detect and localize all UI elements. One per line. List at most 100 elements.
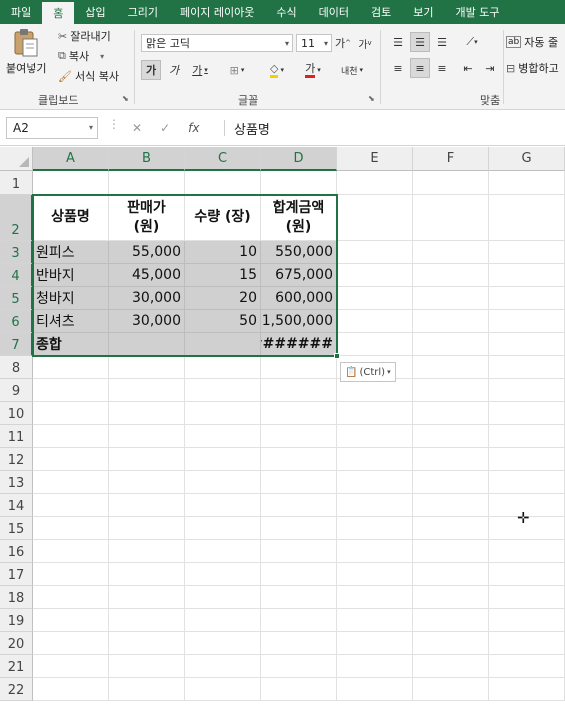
cell[interactable] <box>33 517 109 540</box>
cell[interactable] <box>33 171 109 195</box>
cell[interactable] <box>337 678 413 701</box>
cell[interactable] <box>109 356 185 379</box>
tab-file[interactable]: 파일 <box>0 0 42 24</box>
cell[interactable] <box>337 655 413 678</box>
cell[interactable] <box>489 356 565 379</box>
cell[interactable] <box>337 287 413 310</box>
formula-input[interactable]: 상품명 <box>234 119 270 138</box>
cell[interactable] <box>261 540 337 563</box>
cell[interactable] <box>33 494 109 517</box>
format-painter-button[interactable]: 🖌 서식 복사 <box>58 68 119 84</box>
cell[interactable] <box>413 310 489 333</box>
phonetic-button[interactable]: 내천 ▾ <box>336 60 368 80</box>
shrink-font-button[interactable]: 가v <box>356 34 374 52</box>
cell[interactable] <box>337 241 413 264</box>
cell[interactable] <box>489 609 565 632</box>
cell[interactable] <box>33 402 109 425</box>
table-cell[interactable]: 10 <box>185 241 261 264</box>
row-header-13[interactable]: 13 <box>0 471 33 494</box>
row-header-21[interactable]: 21 <box>0 655 33 678</box>
cell[interactable] <box>489 632 565 655</box>
cell[interactable] <box>109 632 185 655</box>
cell[interactable] <box>489 540 565 563</box>
cell[interactable] <box>489 171 565 195</box>
cell[interactable] <box>109 655 185 678</box>
cell[interactable] <box>185 379 261 402</box>
cell[interactable] <box>185 171 261 195</box>
table-cell[interactable]: 티셔츠 <box>33 310 109 333</box>
row-header-15[interactable]: 15 <box>0 517 33 540</box>
cell[interactable] <box>33 586 109 609</box>
column-header-b[interactable]: B <box>109 147 185 171</box>
cell[interactable] <box>489 402 565 425</box>
align-bottom-button[interactable]: ☰ <box>432 32 452 52</box>
table-cell[interactable]: 675,000 <box>261 264 337 287</box>
cell[interactable] <box>33 632 109 655</box>
cell[interactable] <box>109 517 185 540</box>
cell[interactable] <box>185 609 261 632</box>
cell[interactable] <box>33 471 109 494</box>
cell[interactable] <box>337 264 413 287</box>
cell[interactable] <box>489 379 565 402</box>
row-header-22[interactable]: 22 <box>0 678 33 701</box>
cell[interactable] <box>337 494 413 517</box>
tab-draw[interactable]: 그리기 <box>117 0 169 24</box>
font-size-select[interactable]: 11 ▾ <box>296 34 332 52</box>
cell[interactable] <box>261 448 337 471</box>
cell[interactable] <box>413 586 489 609</box>
cell[interactable] <box>261 471 337 494</box>
cell[interactable] <box>337 379 413 402</box>
cell[interactable] <box>489 563 565 586</box>
table-cell[interactable]: 원피스 <box>33 241 109 264</box>
cell[interactable] <box>109 471 185 494</box>
cell[interactable] <box>33 448 109 471</box>
cell[interactable] <box>337 195 413 241</box>
cell[interactable] <box>413 448 489 471</box>
wrap-text-button[interactable]: ab 자동 줄 <box>506 34 558 50</box>
row-header-14[interactable]: 14 <box>0 494 33 517</box>
clipboard-launcher-icon[interactable]: ⬊ <box>122 94 129 103</box>
cell[interactable] <box>337 333 413 356</box>
cell[interactable] <box>261 655 337 678</box>
table-cell[interactable]: 550,000 <box>261 241 337 264</box>
table-cell[interactable]: 종합 <box>33 333 109 356</box>
table-cell[interactable]: 55,000 <box>109 241 185 264</box>
cell[interactable] <box>413 678 489 701</box>
align-left-button[interactable]: ≡ <box>388 58 408 78</box>
cell[interactable] <box>413 402 489 425</box>
cell[interactable] <box>413 171 489 195</box>
cell[interactable] <box>33 655 109 678</box>
cell[interactable] <box>413 264 489 287</box>
cell[interactable] <box>413 494 489 517</box>
tab-page-layout[interactable]: 페이지 레이아웃 <box>169 0 265 24</box>
insert-function-button[interactable]: fx <box>188 121 199 135</box>
table-cell[interactable] <box>109 333 185 356</box>
cell[interactable] <box>413 655 489 678</box>
merge-center-button[interactable]: ⊟ 병합하고 <box>506 60 559 76</box>
column-header-d[interactable]: D <box>261 147 337 171</box>
increase-indent-button[interactable]: ⇥ <box>480 58 500 78</box>
cell[interactable] <box>337 517 413 540</box>
fill-color-button[interactable]: ◇ ▾ <box>262 60 292 80</box>
cell[interactable] <box>185 632 261 655</box>
cell[interactable] <box>337 448 413 471</box>
cell[interactable] <box>413 609 489 632</box>
row-header-10[interactable]: 10 <box>0 402 33 425</box>
cell[interactable] <box>489 264 565 287</box>
cell[interactable] <box>413 379 489 402</box>
italic-button[interactable]: 가 <box>164 60 184 80</box>
cell[interactable] <box>109 609 185 632</box>
tab-data[interactable]: 데이터 <box>308 0 360 24</box>
cell[interactable] <box>489 471 565 494</box>
cell[interactable] <box>109 563 185 586</box>
align-right-button[interactable]: ≡ <box>432 58 452 78</box>
cell[interactable] <box>109 379 185 402</box>
cell[interactable] <box>261 425 337 448</box>
borders-button[interactable]: ⊞ ▾ <box>222 60 252 80</box>
column-header-f[interactable]: F <box>413 147 489 171</box>
tab-insert[interactable]: 삽입 <box>74 0 116 24</box>
table-header-cell[interactable]: 수량 (장) <box>185 195 261 241</box>
name-box[interactable]: A2 ▾ <box>6 117 98 139</box>
font-name-select[interactable]: 맑은 고딕 ▾ <box>141 34 293 52</box>
table-cell[interactable]: 청바지 <box>33 287 109 310</box>
